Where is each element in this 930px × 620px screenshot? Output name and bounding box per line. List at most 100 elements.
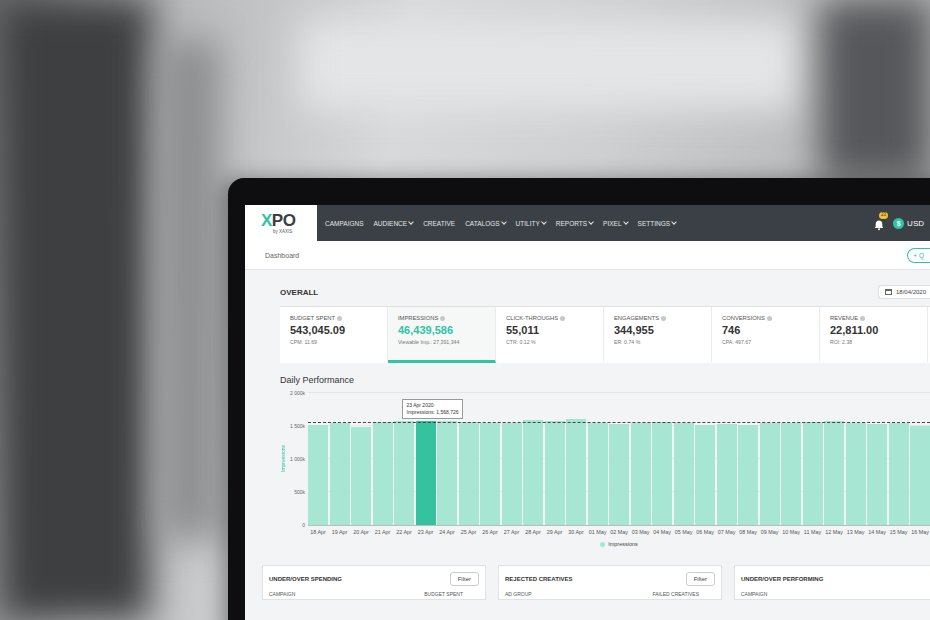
column-header[interactable]: FAILED CREATIVES [652,591,699,597]
nav-label: AUDIENCE [374,220,408,227]
nav-item[interactable]: CATALOGS [465,220,505,227]
bar[interactable] [308,425,328,525]
info-icon[interactable] [337,316,342,321]
bar[interactable] [674,423,694,525]
nav-item[interactable]: REPORTS [556,220,593,227]
bar[interactable] [330,423,350,525]
bar[interactable] [803,422,823,525]
column-header[interactable]: CAMPAIGN [269,591,295,597]
metric-card[interactable]: CLICK-THROUGHS55,011CTR: 0.12 % [496,307,604,363]
bar[interactable] [480,423,500,525]
background-blur [820,0,930,180]
metric-card[interactable]: BUDGET SPENT543,045.09CPM: 11.69 [280,307,388,363]
panel-title: REJECTED CREATIVES [505,576,573,582]
nav-item[interactable]: PIXEL [603,220,627,227]
info-icon[interactable] [661,316,666,321]
bar[interactable] [459,422,479,525]
info-icon[interactable] [767,316,772,321]
sub-header: Dashboard + Q [245,241,930,270]
legend-label: Impressions [608,541,638,547]
x-label: 15 May [889,529,909,535]
bar[interactable] [695,425,715,525]
date-picker[interactable]: 18/04/2020 [878,285,930,299]
tooltip-title: 23 Apr 2020: [407,402,459,409]
dashboard-content: OVERALL18/04/2020BUDGET SPENT543,045.09C… [245,270,930,600]
panel-columns: AD GROUP FAILED CREATIVES [505,591,715,597]
logo[interactable]: XPOby XAXIS [245,205,317,241]
nav-label: CATALOGS [465,220,499,227]
x-label: 10 May [781,529,801,535]
metric-card[interactable]: ENGAGEMENTS344,955ER: 0.74 % [604,307,712,363]
info-icon[interactable] [560,316,565,321]
bar[interactable] [394,421,414,525]
panel-title: UNDER/OVER PERFORMING [741,576,823,582]
chevron-down-icon [623,219,629,225]
x-label: 21 Apr [373,529,393,535]
x-label: 27 Apr [502,529,522,535]
date-value: 18/04/2020 [896,289,926,295]
bar[interactable] [717,424,737,525]
bar[interactable] [760,423,780,525]
x-label: 09 May [760,529,780,535]
breadcrumb: Dashboard [265,252,299,259]
bar[interactable] [523,420,543,525]
bar[interactable] [502,423,522,525]
x-label: 25 Apr [459,529,479,535]
metric-card[interactable]: IMPRESSIONS46,439,586Viewable Imp.: 27,3… [388,307,496,363]
info-icon[interactable] [860,316,865,321]
bar[interactable] [437,421,457,525]
background-blur [160,40,220,540]
bar[interactable] [889,423,909,525]
y-tick: 500k [294,489,305,495]
metric-card[interactable]: CONVERSIONS746CPA: 497.67 [712,307,820,363]
metric-card[interactable]: REVENUE22,811.00ROI: 2.38 [820,307,928,363]
legend[interactable]: Impressions [308,541,930,547]
metric-label: CLICK-THROUGHS [506,315,558,321]
nav-label: CREATIVE [423,220,455,227]
column-header[interactable]: AD GROUP [505,591,532,597]
bar[interactable] [846,423,866,525]
bar[interactable] [373,422,393,525]
background-blur [0,0,150,620]
metric-value: 543,045.09 [290,324,379,336]
column-header[interactable]: BUDGET SPENT [424,591,463,597]
x-label: 14 May [867,529,887,535]
bar[interactable] [867,424,887,525]
bar[interactable] [652,422,672,525]
nav-item[interactable]: SETTINGS [638,220,677,227]
x-label: 08 May [738,529,758,535]
bar[interactable] [910,426,930,525]
nav-item[interactable]: UTILITY [516,220,546,227]
nav-item[interactable]: CAMPAIGNS [325,220,364,227]
bell-icon[interactable]: 23 [873,217,885,229]
bar[interactable] [545,421,565,525]
x-label: 01 May [588,529,608,535]
filter-button[interactable]: Filter [450,572,479,586]
currency-selector[interactable]: $USD [893,218,924,229]
info-icon[interactable] [440,316,445,321]
x-label: 20 Apr [351,529,371,535]
bar[interactable] [351,427,371,525]
y-axis: Impressions0500k1 000k1 500k2 000k [280,393,308,547]
bar[interactable] [609,424,629,525]
bar[interactable] [588,423,608,525]
bar[interactable] [631,423,651,525]
plot: 23 Apr 2020:Impressions: 1,568,726 [308,393,930,526]
bar[interactable] [566,419,586,525]
y-tick: 1 500k [290,423,305,429]
metric-sub: CTR: 0.12 % [506,339,595,345]
bar[interactable] [738,425,758,525]
y-ticks: 0500k1 000k1 500k2 000k [287,390,308,528]
metric-label-row: BUDGET SPENT [290,315,379,321]
x-label: 18 Apr [308,529,328,535]
bar[interactable] [824,421,844,525]
column-header[interactable]: CAMPAIGN [741,591,767,597]
x-label: 11 May [803,529,823,535]
bar[interactable] [781,423,801,525]
quick-button[interactable]: + Q [907,248,930,263]
nav-item[interactable]: CREATIVE [423,220,455,227]
chevron-down-icon [671,219,677,225]
bar[interactable]: 23 Apr 2020:Impressions: 1,568,726 [416,421,436,525]
nav-item[interactable]: AUDIENCE [374,220,414,227]
filter-button[interactable]: Filter [686,572,715,586]
